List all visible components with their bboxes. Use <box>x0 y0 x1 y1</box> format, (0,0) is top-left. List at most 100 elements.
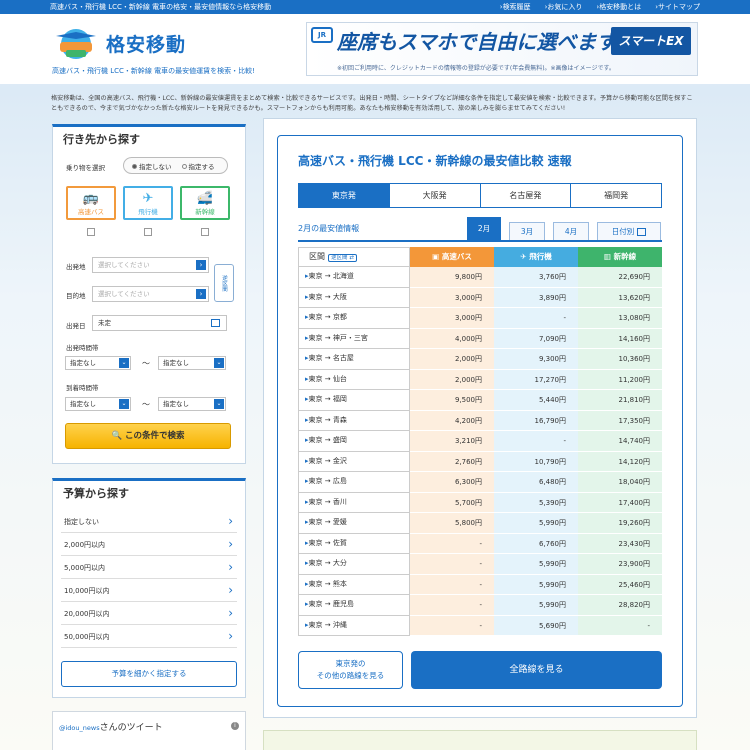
tab-tokyo[interactable]: 東京発 <box>299 184 389 207</box>
dep-time-to-select[interactable]: 指定なし ⌄ <box>158 356 226 370</box>
route-cell[interactable]: 東京 → 青森 <box>298 410 410 431</box>
search-panel-title: 行き先から探す <box>63 133 140 146</box>
budget-item[interactable]: 50,000円以内 <box>61 626 237 648</box>
arr-time-from-select[interactable]: 指定なし ⌄ <box>65 397 131 411</box>
nav-history-link[interactable]: 検索履歴 <box>500 2 531 12</box>
search-button[interactable]: 🔍 この条件で検索 <box>65 423 231 449</box>
radio-specify-label: 指定する <box>188 162 215 171</box>
radio-specify[interactable]: 指定する <box>181 161 215 171</box>
bus-price-cell: 9,800円 <box>410 267 494 288</box>
ad-banner[interactable]: JR 座席もスマホで自由に選べます! スマートEX ※初回ご利用時に、クレジット… <box>306 22 698 76</box>
route-cell[interactable]: 東京 → 佐賀 <box>298 533 410 554</box>
radio-none-label: 指定しない <box>139 162 172 171</box>
plane-checkbox[interactable] <box>144 228 152 236</box>
route-cell[interactable]: 東京 → 金沢 <box>298 451 410 472</box>
table-row: 東京 → 福岡9,500円5,440円21,810円 <box>298 390 662 411</box>
twitter-handle[interactable]: @idou_news <box>59 724 100 732</box>
vehicle-bus-label: 高速バス <box>78 208 104 216</box>
budget-item[interactable]: 10,000円以内 <box>61 580 237 602</box>
radio-none[interactable]: 指定しない <box>132 161 172 171</box>
plane-price-cell: 17,270円 <box>494 369 578 390</box>
route-cell[interactable]: 東京 → 熊本 <box>298 574 410 595</box>
route-cell[interactable]: 東京 → 北海道 <box>298 267 410 288</box>
dep-time-from-select[interactable]: 指定なし ⌄ <box>65 356 131 370</box>
calendar-icon[interactable] <box>211 319 220 327</box>
route-cell[interactable]: 東京 → 名古屋 <box>298 349 410 370</box>
plane-price-cell: 6,480円 <box>494 472 578 493</box>
tab-osaka[interactable]: 大阪発 <box>388 184 480 207</box>
vehicle-plane-option[interactable]: ✈ 飛行機 <box>123 186 173 220</box>
swap-route-button[interactable]: 逆区間 <box>214 264 234 302</box>
route-cell[interactable]: 東京 → 仙台 <box>298 369 410 390</box>
logo-subtitle: 高速バス・飛行機 LCC・新幹線 電車の最安値運賃を検索・比較! <box>52 67 255 75</box>
tilde: 〜 <box>142 400 150 409</box>
route-cell[interactable]: 東京 → 香川 <box>298 492 410 513</box>
route-cell[interactable]: 東京 → 京都 <box>298 308 410 329</box>
table-row: 東京 → 盛岡3,210円-14,740円 <box>298 431 662 452</box>
month-tab-mar[interactable]: 3月 <box>509 222 545 240</box>
train-checkbox[interactable] <box>201 228 209 236</box>
train-price-cell: 17,350円 <box>578 410 662 431</box>
logo-icon[interactable] <box>52 22 100 62</box>
plane-price-cell: 5,690円 <box>494 615 578 636</box>
budget-item[interactable]: 5,000円以内 <box>61 557 237 579</box>
reverse-route-button[interactable]: 逆区間 ⇄ <box>328 254 357 262</box>
month-subheading: 2月の最安値情報 <box>298 224 360 233</box>
tab-nagoya[interactable]: 名古屋発 <box>479 184 571 207</box>
plane-icon: ✈ <box>142 191 154 206</box>
route-cell[interactable]: 東京 → 大阪 <box>298 287 410 308</box>
nav-favorites-link[interactable]: お気に入り <box>545 2 582 12</box>
from-select-icon[interactable]: › <box>196 260 206 270</box>
route-cell[interactable]: 東京 → 神戸・三宮 <box>298 328 410 349</box>
from-input[interactable]: 選択してください › <box>92 257 209 273</box>
to-input[interactable]: 選択してください › <box>92 286 209 302</box>
nav-about-link[interactable]: 格安移動とは <box>596 2 641 12</box>
route-cell[interactable]: 東京 → 鹿児島 <box>298 595 410 616</box>
route-cell[interactable]: 東京 → 沖縄 <box>298 615 410 636</box>
banner-brand: スマートEX <box>611 27 691 55</box>
vehicle-bus-option[interactable]: 🚌 高速バス <box>66 186 116 220</box>
bus-price-cell: 3,000円 <box>410 308 494 329</box>
banner-note: ※初回ご利用時に、クレジットカードの情報等の登録が必要です(年会費無料)。※画像… <box>337 65 615 72</box>
to-select-icon[interactable]: › <box>196 289 206 299</box>
budget-detail-button[interactable]: 予算を細かく指定する <box>61 661 237 687</box>
nav-sitemap-link[interactable]: サイトマップ <box>655 2 700 12</box>
other-routes-button[interactable]: 東京発の その他の路線を見る <box>298 651 403 689</box>
bus-checkbox[interactable] <box>87 228 95 236</box>
month-tab-feb[interactable]: 2月 <box>467 217 501 240</box>
train-price-cell: 19,260円 <box>578 513 662 534</box>
bus-icon: ▣ <box>432 252 440 261</box>
train-header-label: 新幹線 <box>613 252 637 261</box>
budget-item[interactable]: 指定しない <box>61 511 237 533</box>
month-tab-date[interactable]: 日付別 <box>597 222 661 240</box>
month-tab-apr[interactable]: 4月 <box>553 222 589 240</box>
train-price-cell: 21,810円 <box>578 390 662 411</box>
plane-price-cell: 6,760円 <box>494 533 578 554</box>
search-icon: 🔍 <box>111 431 123 441</box>
plane-price-cell: 16,790円 <box>494 410 578 431</box>
info-icon[interactable]: i <box>231 722 239 730</box>
route-cell[interactable]: 東京 → 盛岡 <box>298 431 410 452</box>
vehicle-label: 乗り物を選択 <box>66 164 105 172</box>
bus-price-cell: 5,800円 <box>410 513 494 534</box>
chevron-down-icon: ⌄ <box>119 358 129 368</box>
date-input[interactable]: 未定 <box>92 315 227 331</box>
plane-price-cell: 5,990円 <box>494 513 578 534</box>
plane-price-cell: 3,890円 <box>494 287 578 308</box>
vehicle-train-option[interactable]: 🚅 新幹線 <box>180 186 230 220</box>
route-cell[interactable]: 東京 → 広島 <box>298 472 410 493</box>
logo-title[interactable]: 格安移動 <box>106 30 186 57</box>
plane-price-cell: 5,440円 <box>494 390 578 411</box>
tab-fukuoka[interactable]: 福岡発 <box>570 184 661 207</box>
route-cell[interactable]: 東京 → 大分 <box>298 554 410 575</box>
bus-column-header: ▣ 高速バス <box>410 247 494 267</box>
price-table-body: 東京 → 北海道9,800円3,760円22,690円東京 → 大阪3,000円… <box>298 267 662 636</box>
arr-time-to-select[interactable]: 指定なし ⌄ <box>158 397 226 411</box>
bus-price-cell: - <box>410 554 494 575</box>
all-routes-button[interactable]: 全路線を見る <box>411 651 662 689</box>
budget-item[interactable]: 2,000円以内 <box>61 534 237 556</box>
train-price-cell: 17,400円 <box>578 492 662 513</box>
budget-item[interactable]: 20,000円以内 <box>61 603 237 625</box>
route-cell[interactable]: 東京 → 福岡 <box>298 390 410 411</box>
route-cell[interactable]: 東京 → 愛媛 <box>298 513 410 534</box>
